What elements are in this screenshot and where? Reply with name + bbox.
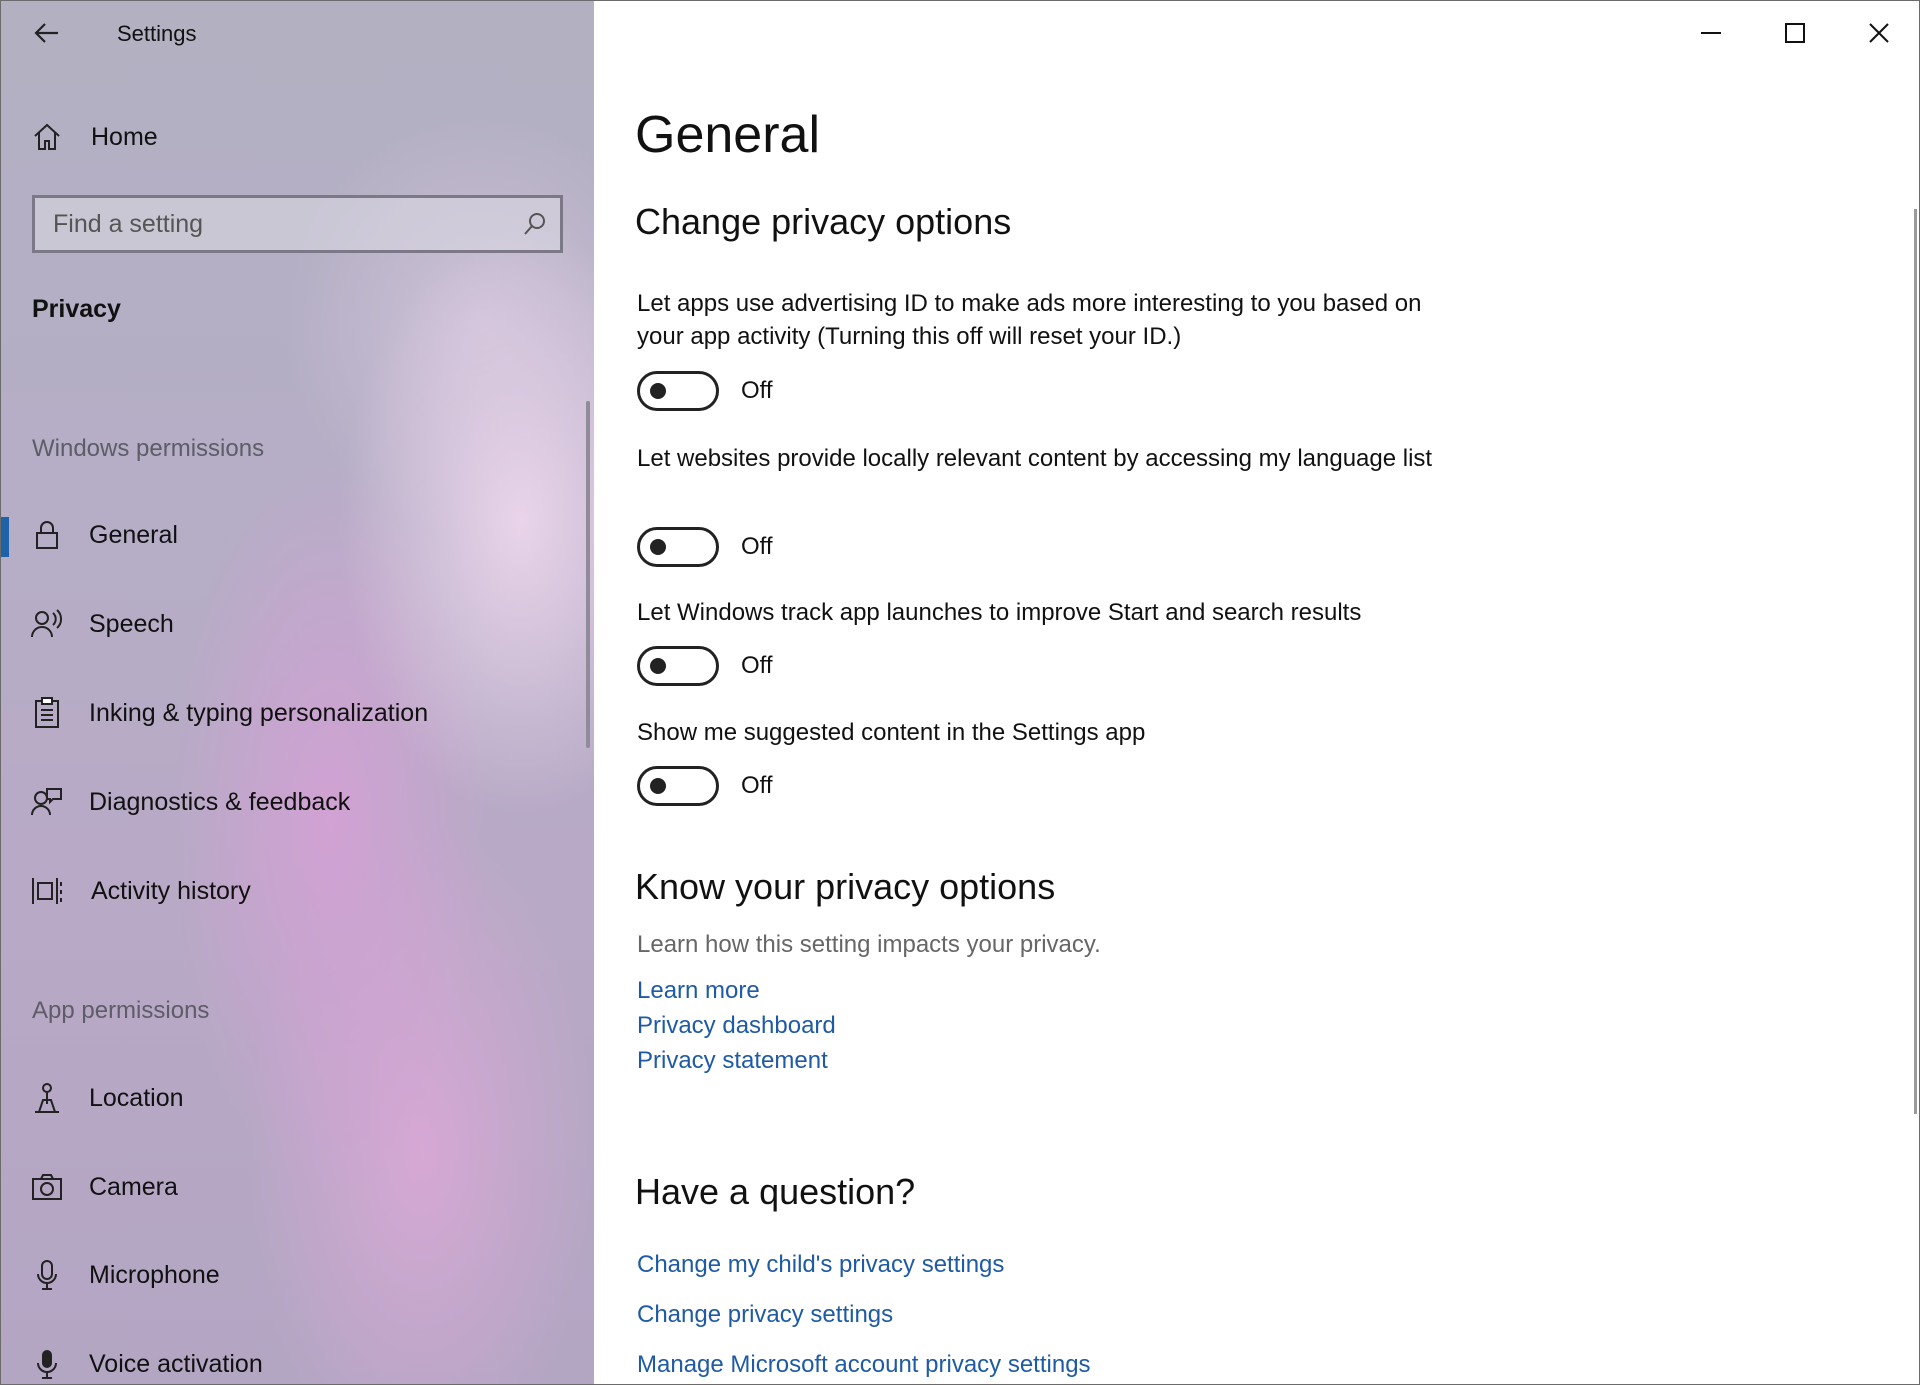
toggle-knob	[650, 539, 666, 555]
sidebar-item-camera[interactable]: Camera	[1, 1154, 594, 1220]
home-icon	[31, 121, 63, 153]
track-app-launches-toggle-row: Off	[637, 646, 773, 686]
know-privacy-heading: Know your privacy options	[635, 866, 1056, 907]
privacy-statement-link[interactable]: Privacy statement	[637, 1047, 828, 1075]
maximize-button[interactable]	[1753, 1, 1837, 65]
settings-window: Settings Home Privacy Windows permission…	[0, 0, 1920, 1385]
main-pane: General Change privacy options Let apps …	[594, 1, 1919, 1384]
back-button[interactable]	[29, 15, 65, 51]
language-list-toggle-row: Off	[637, 527, 773, 567]
sidebar-item-label: Voice activation	[89, 1349, 263, 1378]
sidebar-item-activity-history[interactable]: Activity history	[1, 858, 594, 924]
inking-icon	[31, 697, 63, 729]
toggle-state-label: Off	[741, 772, 773, 799]
sidebar-scrollbar[interactable]	[586, 401, 590, 748]
microphone-icon	[31, 1259, 63, 1291]
sidebar-item-label: Speech	[89, 609, 174, 638]
toggle-state-label: Off	[741, 652, 773, 679]
sidebar-item-diagnostics[interactable]: Diagnostics & feedback	[1, 769, 594, 835]
advertising-id-toggle[interactable]	[637, 371, 719, 411]
app-permissions-heading: App permissions	[32, 997, 210, 1024]
sidebar: Settings Home Privacy Windows permission…	[1, 1, 594, 1384]
maximize-icon	[1785, 23, 1805, 43]
app-title: Settings	[117, 21, 197, 46]
nav-home[interactable]: Home	[1, 104, 594, 170]
camera-icon	[31, 1171, 63, 1203]
option-description: Show me suggested content in the Setting…	[637, 719, 1146, 746]
option-description: Let websites provide locally relevant co…	[637, 445, 1433, 472]
language-list-toggle[interactable]	[637, 527, 719, 567]
change-privacy-heading: Change privacy options	[635, 201, 1012, 242]
sidebar-item-label: Diagnostics & feedback	[89, 787, 351, 816]
search-box[interactable]	[32, 195, 563, 253]
sidebar-item-label: General	[89, 520, 178, 549]
track-app-launches-toggle[interactable]	[637, 646, 719, 686]
toggle-state-label: Off	[741, 533, 773, 560]
toggle-state-label: Off	[741, 377, 773, 404]
category-heading: Privacy	[32, 295, 121, 323]
advertising-id-toggle-row: Off	[637, 371, 773, 411]
sidebar-item-label: Microphone	[89, 1260, 220, 1289]
option-description: Let apps use advertising ID to make ads …	[637, 290, 1422, 350]
title-bar: Settings	[1, 1, 594, 65]
diagnostics-icon	[31, 786, 63, 818]
toggle-knob	[650, 658, 666, 674]
sidebar-item-voice-activation[interactable]: Voice activation	[1, 1331, 594, 1384]
voice-activation-icon	[31, 1348, 63, 1380]
sidebar-item-location[interactable]: Location	[1, 1065, 594, 1131]
sidebar-item-inking-typing[interactable]: Inking & typing personalization	[1, 680, 594, 746]
minimize-icon	[1701, 32, 1721, 34]
sidebar-item-label: Camera	[89, 1172, 178, 1201]
suggested-content-toggle[interactable]	[637, 766, 719, 806]
microsoft-account-privacy-link[interactable]: Manage Microsoft account privacy setting…	[637, 1351, 1091, 1379]
change-privacy-settings-link[interactable]: Change privacy settings	[637, 1301, 893, 1329]
lock-icon	[31, 519, 63, 551]
page-title: General	[635, 106, 820, 164]
sidebar-item-label: Inking & typing personalization	[89, 698, 429, 727]
sidebar-item-speech[interactable]: Speech	[1, 591, 594, 657]
sidebar-item-general[interactable]: General	[1, 502, 594, 568]
sidebar-item-microphone[interactable]: Microphone	[1, 1242, 594, 1308]
suggested-content-toggle-row: Off	[637, 766, 773, 806]
know-privacy-description: Learn how this setting impacts your priv…	[637, 931, 1101, 958]
privacy-dashboard-link[interactable]: Privacy dashboard	[637, 1012, 836, 1040]
close-icon	[1869, 23, 1889, 43]
windows-permissions-heading: Windows permissions	[32, 435, 265, 462]
option-description: Let Windows track app launches to improv…	[637, 599, 1362, 626]
search-input[interactable]	[53, 198, 493, 250]
nav-home-label: Home	[91, 122, 158, 151]
window-controls	[1669, 1, 1919, 65]
back-arrow-icon	[34, 23, 58, 43]
location-icon	[31, 1082, 63, 1114]
have-question-heading: Have a question?	[635, 1171, 916, 1212]
toggle-knob	[650, 383, 666, 399]
child-privacy-settings-link[interactable]: Change my child's privacy settings	[637, 1251, 1004, 1279]
main-scrollbar[interactable]	[1914, 209, 1917, 1114]
search-icon[interactable]	[522, 211, 548, 237]
toggle-knob	[650, 778, 666, 794]
minimize-button[interactable]	[1669, 1, 1753, 65]
speech-icon	[31, 608, 63, 640]
sidebar-item-label: Location	[89, 1083, 184, 1112]
learn-more-link[interactable]: Learn more	[637, 977, 760, 1005]
close-button[interactable]	[1837, 1, 1919, 65]
sidebar-item-label: Activity history	[91, 876, 251, 905]
activity-history-icon	[31, 875, 63, 907]
